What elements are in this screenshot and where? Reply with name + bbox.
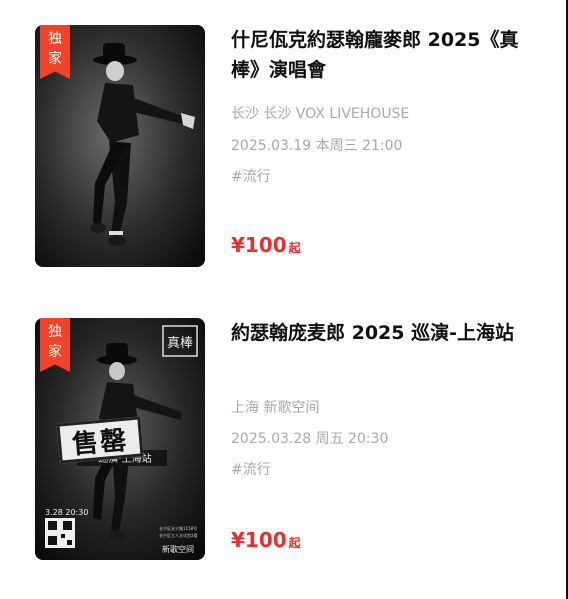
show-datetime: 2025.03.19 本周三 21:00 (231, 138, 403, 154)
show-poster: 独 家 (35, 25, 205, 267)
poster-date: 3.28 20:30 (45, 508, 88, 517)
show-title[interactable]: 什尼佤克約瑟翰龐麥郎 2025《真棒》演唱會 (231, 25, 541, 85)
show-venue: 长沙 长沙 VOX LIVEHOUSE (231, 106, 410, 122)
badge-char: 独 (48, 324, 62, 340)
show-card[interactable]: 独 家 什尼佤克約瑟翰龐麥郎 2025《真棒》演唱會 长沙 长沙 VOX LIV… (0, 25, 560, 275)
badge-char: 家 (48, 344, 62, 360)
show-title[interactable]: 約瑟翰庞麦郎 2025 巡演-上海站 (231, 318, 541, 348)
show-tag: #流行 (231, 462, 271, 478)
show-info: 什尼佤克約瑟翰龐麥郎 2025《真棒》演唱會 长沙 长沙 VOX LIVEHOU… (231, 25, 541, 257)
price-suffix: 起 (288, 536, 301, 550)
show-price: ¥100 起 (231, 528, 301, 552)
badge-char: 独 (48, 31, 62, 47)
price-amount: ¥100 (231, 233, 287, 257)
poster-logo-text: 真棒 (167, 336, 193, 351)
price-amount: ¥100 (231, 528, 287, 552)
show-price: ¥100 起 (231, 233, 301, 257)
exclusive-badge: 独 家 (40, 318, 70, 372)
exclusive-badge: 独 家 (40, 25, 70, 79)
poster-address-line: 长宁区长宁路1158号 (159, 525, 197, 531)
sold-out-stamp: 售罄 (56, 416, 144, 464)
price-suffix: 起 (288, 241, 301, 255)
show-card[interactable]: 真棒 巡演·上海站 3.28 20:30 长宁区长宁路1158号 长宁区工人文化… (0, 318, 560, 568)
poster-venue: 新歌空间 (162, 544, 194, 554)
show-list: 独 家 什尼佤克約瑟翰龐麥郎 2025《真棒》演唱會 长沙 长沙 VOX LIV… (0, 0, 568, 599)
badge-char: 家 (48, 51, 62, 67)
show-poster: 真棒 巡演·上海站 3.28 20:30 长宁区长宁路1158号 长宁区工人文化… (35, 318, 205, 560)
show-venue: 上海 新歌空间 (231, 400, 320, 416)
show-tag: #流行 (231, 169, 271, 185)
show-datetime: 2025.03.28 周五 20:30 (231, 431, 389, 447)
poster-address-line: 长宁区工人文化宫2楼 (159, 532, 198, 538)
show-info: 約瑟翰庞麦郎 2025 巡演-上海站 上海 新歌空间 2025.03.28 周五… (231, 318, 541, 552)
